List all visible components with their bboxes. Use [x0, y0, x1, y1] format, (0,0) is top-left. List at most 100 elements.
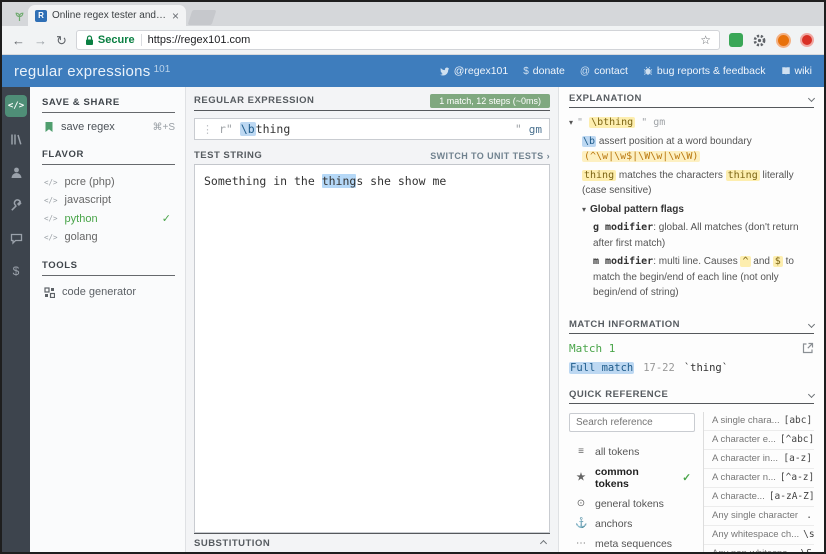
regex-editor-icon[interactable]: </> [5, 95, 27, 117]
reference-search-input[interactable] [569, 413, 695, 432]
code-icon: </> [44, 196, 58, 205]
match-highlight: thing [322, 174, 357, 188]
notification-dot-icon[interactable] [800, 33, 814, 47]
test-string-input[interactable]: Something in the things she show me [194, 165, 550, 533]
collapse-toggle-icon[interactable]: ▾ [582, 205, 586, 214]
code-generator-link[interactable]: code generator [42, 284, 175, 300]
category-common-tokens[interactable]: ★ common tokens ✓ [569, 462, 695, 494]
refresh-icon[interactable]: ↻ [56, 34, 67, 47]
site-header: regular expressions 101 @regex101 $ dona… [2, 55, 824, 87]
regex-section-title: REGULAR EXPRESSION [194, 95, 314, 106]
bug-icon [643, 66, 653, 76]
chevron-right-icon: › [547, 151, 550, 161]
flavor-list: </> pcre (php) </> javascript </> python… [42, 173, 175, 246]
explanation-flags-title: ▾Global pattern flags [569, 202, 814, 218]
selected-check-icon: ✓ [162, 212, 171, 225]
substitution-toggle[interactable]: SUBSTITUTION [194, 533, 550, 552]
token-row[interactable]: A characte... [a-zA-Z] [704, 488, 814, 507]
token-row[interactable]: A character e... [^abc] [704, 431, 814, 450]
url-field[interactable]: Secure https://regex101.com ☆ [76, 30, 720, 50]
nav-twitter-link[interactable]: @regex101 [439, 65, 508, 77]
at-icon: @ [580, 66, 590, 77]
secure-indicator: Secure [85, 34, 135, 46]
nav-wiki-link[interactable]: wiki [781, 65, 813, 77]
new-tab-button[interactable] [188, 10, 217, 25]
full-match-row: Full match 17-22 `thing` [569, 362, 814, 374]
quick-reference-body: ≡ all tokens ★ common tokens ✓ ⊙ general… [569, 404, 814, 553]
flavor-pcre[interactable]: </> pcre (php) [42, 173, 175, 191]
profile-avatar[interactable] [776, 33, 791, 48]
library-icon[interactable] [5, 128, 27, 150]
token-row[interactable]: Any whitespace ch... \s [704, 526, 814, 545]
code-icon: </> [44, 214, 58, 223]
token-list: A single chara... [abc] A character e...… [703, 412, 814, 553]
twitter-icon [439, 67, 450, 76]
save-regex-button[interactable]: save regex ⌘+S [42, 121, 175, 133]
quick-reference-header: QUICK REFERENCE [569, 389, 814, 404]
forward-icon[interactable]: → [34, 34, 47, 47]
address-bar: ← → ↻ Secure https://regex101.com ☆ [2, 26, 824, 55]
nav-donate-link[interactable]: $ donate [523, 65, 565, 77]
category-meta-sequences[interactable]: ⋯ meta sequences [569, 534, 695, 553]
url-text: https://regex101.com [148, 34, 695, 46]
explanation-word-boundary: \b assert position at a word boundary (^… [569, 134, 814, 165]
category-all-tokens[interactable]: ≡ all tokens [569, 442, 695, 462]
dollar-icon: $ [523, 66, 529, 77]
export-matches-icon[interactable] [802, 342, 814, 354]
match-label: Match 1 [569, 342, 615, 355]
nav-contact-link[interactable]: @ contact [580, 65, 628, 77]
chevron-down-icon[interactable] [808, 95, 815, 102]
browser-window: R Online regex tester and debug × ← → ↻ … [0, 0, 826, 554]
chevron-down-icon[interactable] [808, 390, 815, 397]
quick-reference-nav: ≡ all tokens ★ common tokens ✓ ⊙ general… [569, 412, 703, 553]
switch-to-unit-tests-link[interactable]: SWITCH TO UNIT TESTS › [430, 151, 550, 161]
flavor-javascript[interactable]: </> javascript [42, 191, 175, 209]
url-separator [141, 34, 142, 46]
category-general-tokens[interactable]: ⊙ general tokens [569, 494, 695, 514]
test-string-title: TEST STRING [194, 150, 262, 161]
browser-tab[interactable]: R Online regex tester and debug × [28, 5, 186, 26]
explanation-header: EXPLANATION [569, 93, 814, 108]
circle-icon: ⊙ [575, 498, 587, 509]
pinned-tab-icon[interactable] [10, 6, 28, 26]
settings-gear-icon[interactable] [752, 33, 767, 48]
token-row[interactable]: A single chara... [abc] [704, 412, 814, 431]
chat-feedback-icon[interactable] [5, 227, 27, 249]
flavor-python[interactable]: </> python ✓ [42, 209, 175, 228]
token-row[interactable]: A character in... [a-z] [704, 450, 814, 469]
selected-check-icon: ✓ [682, 472, 691, 484]
drag-handle-icon: ⋮ [202, 123, 213, 136]
bookmark-star-icon[interactable]: ☆ [700, 33, 711, 47]
token-row[interactable]: A character n... [^a-z] [704, 469, 814, 488]
token-row[interactable]: Any single character . [704, 507, 814, 526]
closing-quote: " [515, 122, 522, 136]
code-icon: </> [44, 233, 58, 242]
full-match-chip: Full match [569, 362, 634, 374]
category-anchors[interactable]: ⚓ anchors [569, 514, 695, 534]
match-steps-badge: 1 match, 12 steps (~0ms) [430, 94, 550, 108]
extension-icon[interactable] [729, 33, 743, 47]
donate-dollar-icon[interactable]: $ [5, 260, 27, 282]
match-value: `thing` [684, 362, 728, 374]
tab-favicon: R [35, 10, 47, 22]
nav-bug-reports-link[interactable]: bug reports & feedback [643, 65, 766, 77]
category-list: ≡ all tokens ★ common tokens ✓ ⊙ general… [569, 442, 695, 553]
regex-flags[interactable]: gm [529, 123, 542, 136]
back-icon[interactable]: ← [12, 34, 25, 47]
explanation-pattern-line: ▾" \bthing " gm [569, 115, 814, 131]
flavor-golang[interactable]: </> golang [42, 228, 175, 246]
chevron-down-icon[interactable] [808, 320, 815, 327]
icon-rail: </> $ [2, 87, 30, 552]
substitution-title: SUBSTITUTION [194, 538, 270, 549]
save-shortcut: ⌘+S [152, 122, 175, 133]
tab-strip: R Online regex tester and debug × [2, 2, 824, 26]
tab-close-icon[interactable]: × [172, 10, 179, 22]
site-logo[interactable]: regular expressions 101 [14, 63, 170, 80]
explanation-title: EXPLANATION [569, 93, 642, 104]
token-row[interactable]: Any non-whitespa... \S [704, 545, 814, 553]
account-user-icon[interactable] [5, 161, 27, 183]
explanation-body: ▾" \bthing " gm \b assert position at a … [569, 115, 814, 304]
settings-wrench-icon[interactable] [5, 194, 27, 216]
regex-input[interactable]: ⋮ r" \bthing " gm [194, 118, 550, 140]
collapse-toggle-icon[interactable]: ▾ [569, 118, 573, 127]
